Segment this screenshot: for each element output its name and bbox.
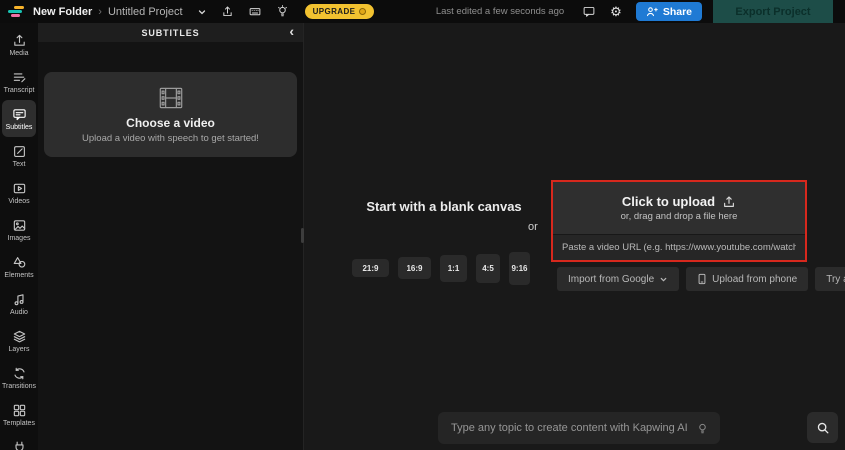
video-icon: [13, 183, 25, 193]
export-label: Export Project: [735, 5, 811, 18]
breadcrumb: New Folder › Untitled Project: [33, 6, 183, 18]
sidebar-item-label: Text: [12, 160, 26, 168]
app-window: New Folder › Untitled Project UPGRADE La…: [0, 0, 845, 450]
shapes-icon: [13, 256, 25, 268]
upload-from-phone-label: Upload from phone: [712, 273, 798, 285]
panel-title: SUBTITLES: [141, 27, 200, 38]
lightbulb-icon[interactable]: [276, 5, 289, 18]
collapse-panel-icon[interactable]: ‹: [289, 22, 294, 41]
circular-arrows-icon: [13, 367, 25, 379]
sidebar-item-label: Templates: [3, 419, 35, 427]
sidebar-item-label: Transitions: [2, 382, 36, 390]
video-url-input[interactable]: [553, 234, 805, 260]
sidebar-item-audio[interactable]: Audio: [2, 285, 36, 322]
film-strip-icon: [159, 87, 182, 109]
choose-video-subtitle: Upload a video with speech to get starte…: [82, 133, 259, 144]
ratio-4-5-button[interactable]: 4:5: [476, 253, 500, 283]
aspect-ratio-row: 21:9 16:9 1:1 4:5 9:16: [348, 249, 534, 287]
blank-canvas-title: Start with a blank canvas: [366, 199, 522, 214]
canvas-area: Start with a blank canvas 21:9 16:9 1:1 …: [301, 23, 845, 450]
last-edited-status: Last edited a few seconds ago: [435, 6, 565, 17]
panel-header: SUBTITLES ‹: [38, 23, 303, 42]
upload-actions-row: Import from Google Upload from phone Try…: [557, 267, 845, 291]
upload-icon: [13, 34, 25, 46]
share-button[interactable]: Share: [635, 2, 702, 21]
sidebar-item-images[interactable]: Images: [2, 211, 36, 248]
upload-dropzone-highlighted: Click to upload or, drag and drop a file…: [551, 180, 807, 262]
sidebar-item-label: Videos: [8, 197, 30, 205]
sidebar-item-layers[interactable]: Layers: [2, 322, 36, 359]
kapwing-ai-prompt-bar: [438, 412, 720, 444]
upgrade-button[interactable]: UPGRADE: [304, 4, 375, 19]
coin-icon: [359, 8, 367, 15]
import-from-google-label: Import from Google: [568, 273, 655, 285]
left-sidebar: Media Transcript Subtitles Text Videos I…: [0, 23, 38, 450]
click-to-upload-button[interactable]: Click to upload or, drag and drop a file…: [553, 182, 805, 234]
upload-icon: [724, 195, 735, 207]
sidebar-item-transcript[interactable]: Transcript: [2, 63, 36, 100]
sidebar-item-label: Transcript: [3, 86, 35, 94]
sidebar-item-label: Media: [9, 49, 29, 57]
image-icon: [13, 219, 25, 231]
upload-title: Click to upload: [621, 194, 716, 209]
project-title[interactable]: Untitled Project: [108, 6, 183, 18]
ratio-16-9-button[interactable]: 16:9: [398, 257, 431, 279]
search-icon: [817, 422, 828, 433]
sidebar-item-templates[interactable]: Templates: [2, 396, 36, 433]
panel-resize-handle[interactable]: [301, 228, 304, 243]
layers-stack-icon: [13, 330, 25, 342]
sidebar-item-label: Elements: [4, 271, 34, 279]
kapwing-logo[interactable]: [8, 6, 24, 17]
sidebar-item-label: Audio: [10, 308, 28, 316]
import-from-google-button[interactable]: Import from Google: [557, 267, 680, 291]
choose-video-title: Choose a video: [126, 116, 215, 130]
upload-subtitle: or, drag and drop a file here: [620, 211, 738, 222]
breadcrumb-separator: ›: [98, 5, 102, 18]
speech-bubble-icon: [12, 108, 26, 120]
grid-icon: [13, 404, 25, 416]
top-bar: New Folder › Untitled Project UPGRADE La…: [0, 0, 845, 23]
settings-gear-icon[interactable]: ⚙: [610, 5, 622, 18]
share-label: Share: [662, 5, 692, 18]
sidebar-item-subtitles[interactable]: Subtitles: [2, 100, 36, 137]
keyboard-shortcuts-icon[interactable]: [248, 5, 262, 18]
sidebar-item-plugins[interactable]: Plugins: [2, 433, 36, 450]
sidebar-item-label: Images: [7, 234, 31, 242]
export-share-icon[interactable]: [221, 5, 234, 18]
ratio-9-16-button[interactable]: 9:16: [509, 251, 530, 285]
upgrade-label: UPGRADE: [312, 7, 356, 16]
export-project-button[interactable]: Export Project: [713, 0, 833, 23]
try-a-sample-label: Try a sample: [826, 273, 845, 285]
ratio-21-9-button[interactable]: 21:9: [352, 259, 389, 277]
pencil-square-icon: [13, 145, 25, 157]
or-label: or: [528, 221, 538, 233]
lightbulb-icon[interactable]: [696, 422, 709, 435]
person-plus-icon: [646, 7, 658, 17]
music-note-icon: [14, 293, 24, 305]
breadcrumb-folder[interactable]: New Folder: [33, 6, 92, 18]
choose-video-card[interactable]: Choose a video Upload a video with speec…: [44, 72, 297, 157]
phone-icon: [698, 273, 706, 285]
search-button[interactable]: [807, 412, 838, 443]
sidebar-item-media[interactable]: Media: [2, 26, 36, 63]
chevron-down-icon: [660, 277, 667, 281]
sidebar-item-label: Layers: [8, 345, 30, 353]
sidebar-item-text[interactable]: Text: [2, 137, 36, 174]
feedback-comment-icon[interactable]: [582, 5, 596, 18]
upload-from-phone-button[interactable]: Upload from phone: [686, 267, 809, 291]
main-area: Media Transcript Subtitles Text Videos I…: [0, 23, 845, 450]
chevron-down-icon[interactable]: [197, 7, 207, 17]
plug-icon: [14, 441, 24, 450]
ai-topic-input[interactable]: [449, 421, 696, 435]
sidebar-item-transitions[interactable]: Transitions: [2, 359, 36, 396]
sidebar-item-videos[interactable]: Videos: [2, 174, 36, 211]
sidebar-item-label: Subtitles: [5, 123, 33, 131]
sidebar-item-elements[interactable]: Elements: [2, 248, 36, 285]
transcript-lines-icon: [13, 72, 25, 82]
try-a-sample-button[interactable]: Try a sample: [815, 267, 845, 291]
ratio-1-1-button[interactable]: 1:1: [440, 254, 467, 282]
subtitles-panel: SUBTITLES ‹ Choose a video Upload a vide…: [38, 23, 303, 450]
